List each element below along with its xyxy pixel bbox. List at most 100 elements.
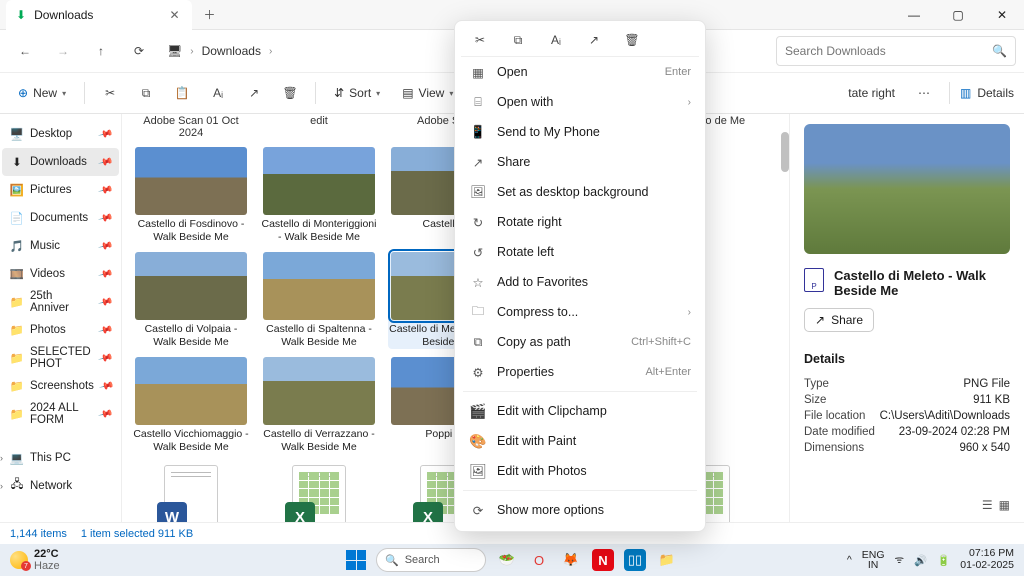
taskbar-search[interactable]: 🔍 Search <box>376 548 486 572</box>
file-item[interactable]: Castello di Volpaia - Walk Beside Me <box>132 252 250 349</box>
copy-icon[interactable]: ⧉ <box>509 33 527 48</box>
ctx-item[interactable]: 🗀Compress to...› <box>461 297 699 327</box>
ctx-item[interactable]: ⧉Copy as pathCtrl+Shift+C <box>461 327 699 357</box>
file-item[interactable]: W <box>132 462 250 522</box>
explorer-icon[interactable]: 📁 <box>656 549 678 571</box>
ctx-item[interactable]: ↗Share <box>461 147 699 177</box>
app-icon: 🎨 <box>469 433 487 450</box>
share-button[interactable]: ↗ Share <box>804 308 874 332</box>
chevron-up-icon[interactable]: ^ <box>847 554 852 566</box>
sidebar-item[interactable]: 📄Documents📌 <box>2 204 119 232</box>
sidebar-item[interactable]: 🎞️Videos📌 <box>2 260 119 288</box>
opera-icon[interactable]: O <box>528 549 550 571</box>
battery-icon[interactable]: 🔋 <box>937 554 950 567</box>
file-item[interactable]: Castello di Fosdinovo - Walk Beside Me <box>132 147 250 244</box>
new-label: New <box>33 86 57 100</box>
file-item[interactable]: X <box>260 462 378 522</box>
sidebar-item[interactable]: 📁SELECTED PHOT📌 <box>2 344 119 372</box>
breadcrumb-item[interactable]: Downloads <box>202 44 261 58</box>
ctx-item[interactable]: ▦OpenEnter <box>461 57 699 87</box>
file-item[interactable]: Castello di Spaltenna - Walk Beside Me <box>260 252 378 349</box>
firefox-icon[interactable]: 🦊 <box>560 549 582 571</box>
pin-icon: 📌 <box>97 182 113 198</box>
ctx-item[interactable]: ⌸Open with› <box>461 87 699 117</box>
view-button[interactable]: ▤ View ▾ <box>394 78 461 108</box>
cut-icon[interactable]: ✂ <box>471 33 489 48</box>
trello-icon[interactable]: ▯▯ <box>624 549 646 571</box>
cut-button[interactable]: ✂ <box>95 78 125 108</box>
scrollbar-thumb[interactable] <box>781 132 789 172</box>
wifi-icon[interactable]: ᯤ <box>895 553 905 567</box>
folder-icon: 📄 <box>10 211 24 225</box>
minimize-button[interactable]: — <box>892 0 936 30</box>
window-tab[interactable]: ⬇ Downloads ✕ <box>6 0 192 30</box>
up-button[interactable]: ↑ <box>84 35 118 67</box>
ctx-item[interactable]: 📱Send to My Phone <box>461 117 699 147</box>
detail-row: TypePNG File <box>804 378 1010 390</box>
delete-icon[interactable]: 🗑 <box>623 33 641 48</box>
taskbar: 22°C Haze 🔍 Search 🥗 O 🦊 N ▯▯ 📁 ^ ENG IN… <box>0 544 1024 576</box>
netflix-icon[interactable]: N <box>592 549 614 571</box>
maximize-button[interactable]: ▢ <box>936 0 980 30</box>
more-button[interactable]: ⋯ <box>909 78 939 108</box>
volume-icon[interactable]: 🔊 <box>914 554 927 567</box>
taskbar-app-icon[interactable]: 🥗 <box>496 549 518 571</box>
sidebar-item[interactable]: 📁2024 ALL FORM📌 <box>2 400 119 428</box>
search-input[interactable] <box>785 44 992 58</box>
ctx-item[interactable]: ↻Rotate right <box>461 207 699 237</box>
rename-button[interactable]: Aᵢ <box>203 78 233 108</box>
ctx-item[interactable]: ☆Add to Favorites <box>461 267 699 297</box>
image-thumbnail <box>263 357 375 425</box>
grid-view-icon[interactable]: ▦ <box>999 498 1010 512</box>
forward-button[interactable]: → <box>46 35 80 67</box>
paste-button[interactable]: 📋 <box>167 78 197 108</box>
share-icon[interactable]: ↗ <box>585 33 603 48</box>
new-tab-button[interactable]: ＋ <box>196 1 224 29</box>
file-item[interactable]: Adobe Scan 01 Oct 2024 <box>132 114 250 139</box>
sidebar-item[interactable]: 📁25th Anniver📌 <box>2 288 119 316</box>
rename-icon[interactable]: Aᵢ <box>547 33 565 48</box>
file-item[interactable]: Castello Vicchiomaggio - Walk Beside Me <box>132 357 250 454</box>
ctx-item[interactable]: 🖼Edit with Photos <box>461 456 699 486</box>
sidebar-item[interactable]: 🎵Music📌 <box>2 232 119 260</box>
ctx-item[interactable]: ⚙PropertiesAlt+Enter <box>461 357 699 387</box>
file-item[interactable]: Castello di Monteriggioni - Walk Beside … <box>260 147 378 244</box>
pin-icon: 📌 <box>97 126 113 142</box>
sidebar-item[interactable]: 🖼️Pictures📌 <box>2 176 119 204</box>
ctx-show-more[interactable]: ⟳ Show more options <box>461 495 699 525</box>
sidebar-item[interactable]: 📁Screenshots📌 <box>2 372 119 400</box>
clock[interactable]: 07:16 PM 01-02-2025 <box>960 548 1014 571</box>
folder-icon: 📁 <box>10 407 24 421</box>
chevron-right-icon[interactable]: › <box>0 481 3 491</box>
sidebar-item[interactable]: ›🖧Network <box>2 472 119 500</box>
start-button[interactable] <box>346 550 366 570</box>
search-box[interactable]: 🔍 <box>776 36 1016 66</box>
sidebar-item[interactable]: 🖥️Desktop📌 <box>2 120 119 148</box>
ctx-item[interactable]: 🎨Edit with Paint <box>461 426 699 456</box>
weather-widget[interactable]: 22°C Haze <box>10 548 60 572</box>
details-toggle[interactable]: ▥ Details <box>960 86 1014 100</box>
sidebar-item[interactable]: ›💻This PC <box>2 444 119 472</box>
refresh-button[interactable]: ⟳ <box>122 35 156 67</box>
image-thumbnail <box>135 252 247 320</box>
new-button[interactable]: ⊕ New ▾ <box>10 78 74 108</box>
delete-button[interactable]: 🗑 <box>275 78 305 108</box>
search-icon[interactable]: 🔍 <box>992 44 1007 58</box>
rotate-right-button[interactable]: tate right <box>840 78 903 108</box>
list-view-icon[interactable]: ☰ <box>982 498 993 512</box>
sidebar-item[interactable]: ⬇Downloads📌 <box>2 148 119 176</box>
file-item[interactable]: edit <box>260 114 378 139</box>
chevron-right-icon[interactable]: › <box>0 453 3 463</box>
system-tray[interactable]: ^ ENG IN ᯤ 🔊 🔋 07:16 PM 01-02-2025 <box>847 548 1014 571</box>
ctx-item[interactable]: 🎬Edit with Clipchamp <box>461 396 699 426</box>
close-window-button[interactable]: ✕ <box>980 0 1024 30</box>
share-button[interactable]: ↗ <box>239 78 269 108</box>
sidebar-item[interactable]: 📁Photos📌 <box>2 316 119 344</box>
ctx-item[interactable]: 🖼Set as desktop background <box>461 177 699 207</box>
sort-button[interactable]: ⇵ Sort ▾ <box>326 78 388 108</box>
ctx-item[interactable]: ↺Rotate left <box>461 237 699 267</box>
copy-button[interactable]: ⧉ <box>131 78 161 108</box>
close-tab-icon[interactable]: ✕ <box>169 8 179 22</box>
file-item[interactable]: Castello di Verrazzano - Walk Beside Me <box>260 357 378 454</box>
back-button[interactable]: ← <box>8 35 42 67</box>
